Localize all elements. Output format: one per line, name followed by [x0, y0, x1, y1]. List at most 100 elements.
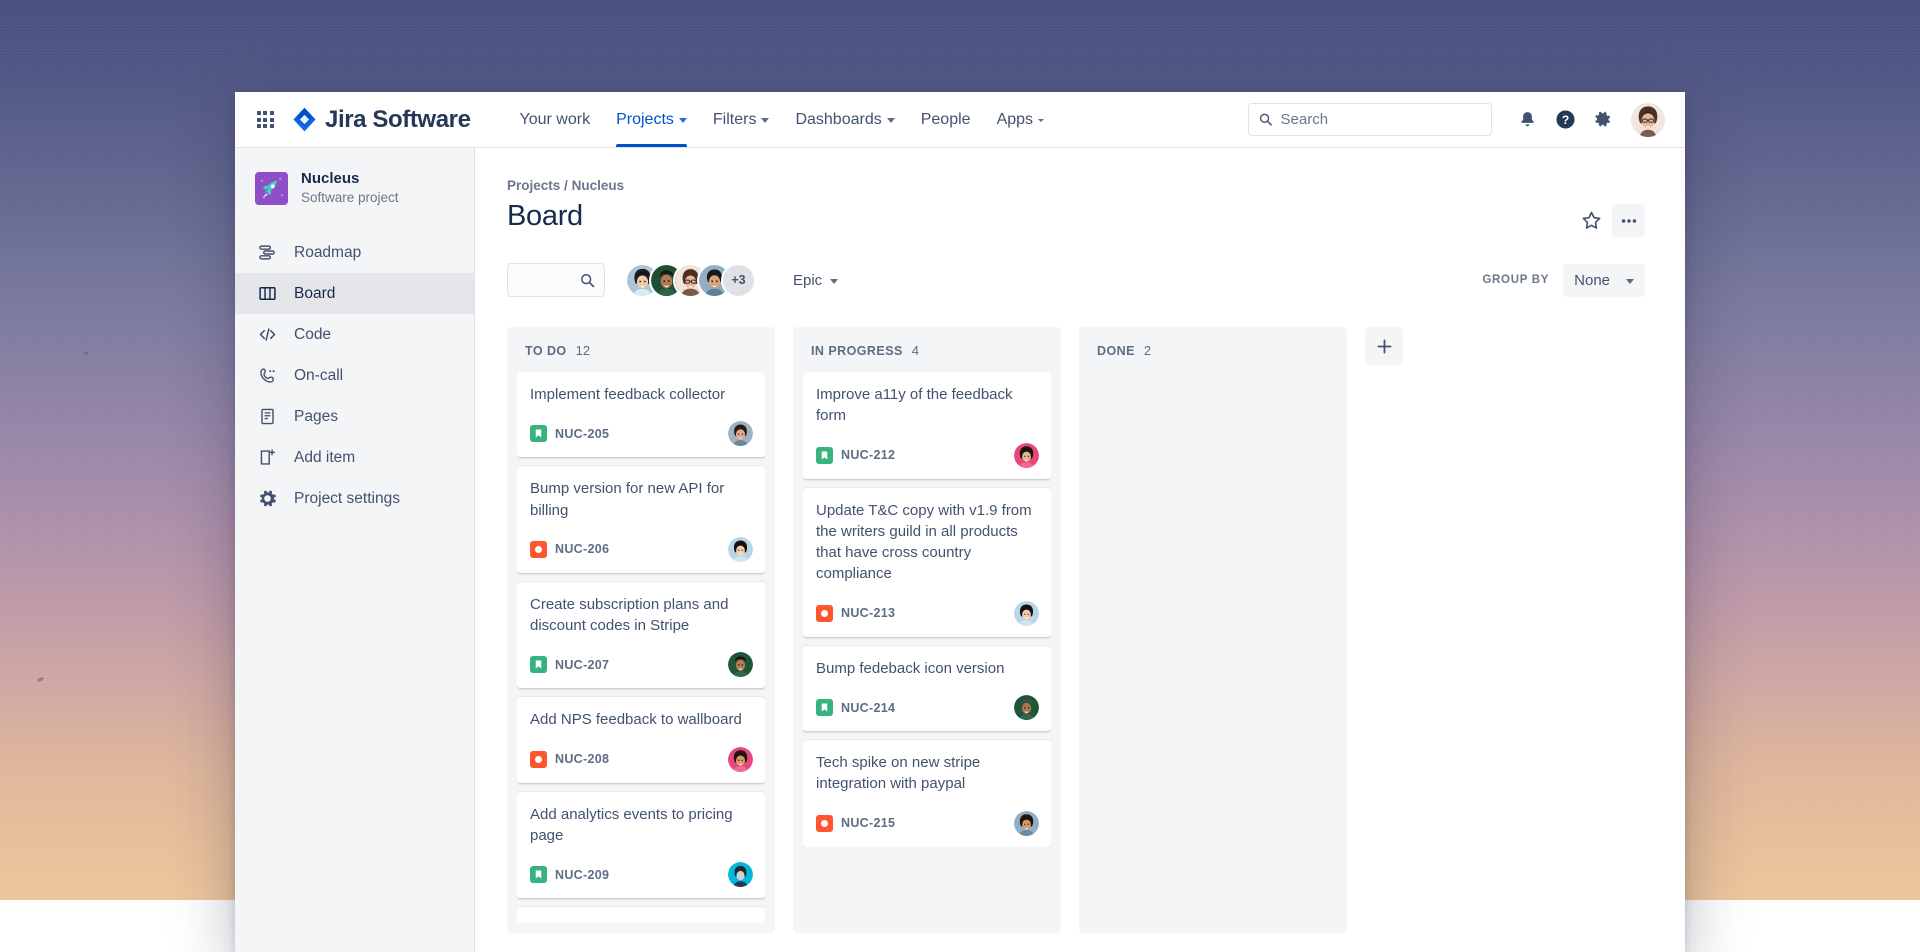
- breadcrumb-projects[interactable]: Projects: [507, 178, 560, 193]
- assignee-avatar-5[interactable]: [728, 862, 753, 887]
- breadcrumb-current[interactable]: Nucleus: [572, 178, 625, 193]
- assignee-avatar-8[interactable]: [1014, 695, 1039, 720]
- assignee-avatar-6[interactable]: [1014, 443, 1039, 468]
- bug-circle-icon: [816, 815, 833, 832]
- column-header: TO DO 12: [517, 337, 765, 372]
- global-navigation-bar: Jira Software Your work Projects Filters…: [235, 92, 1685, 148]
- star-favorite-icon[interactable]: [1575, 204, 1608, 237]
- chevron-down-icon: [1626, 279, 1634, 284]
- board-card[interactable]: Add NPS feedback to wallboard NUC-208: [517, 697, 765, 782]
- sidebar-item-label: Project settings: [294, 490, 400, 508]
- nav-link-projects[interactable]: Projects: [603, 92, 700, 147]
- sidebar-item-pages[interactable]: Pages: [235, 396, 474, 437]
- board-card[interactable]: Bump version for new API for billing NUC…: [517, 466, 765, 573]
- breadcrumb: Projects / Nucleus: [507, 178, 1645, 193]
- project-type: Software project: [301, 189, 399, 207]
- project-settings-gear-icon: [256, 488, 278, 510]
- settings-gear-icon[interactable]: [1586, 103, 1620, 137]
- board-card[interactable]: Bump fedeback icon version NUC-214: [803, 646, 1051, 731]
- global-search-box[interactable]: [1248, 103, 1492, 136]
- board-card[interactable]: Implement feedback collector NUC-205: [517, 372, 765, 457]
- more-actions-icon[interactable]: [1612, 204, 1645, 237]
- card-key: NUC-212: [841, 448, 895, 462]
- app-switcher-grid-icon[interactable]: [253, 108, 277, 132]
- card-key: NUC-208: [555, 752, 609, 766]
- search-input[interactable]: [1281, 111, 1481, 128]
- bug-circle-icon: [816, 605, 833, 622]
- board-page-content: Projects / Nucleus Board: [475, 148, 1685, 952]
- help-question-icon[interactable]: ?: [1548, 103, 1582, 137]
- jira-brand-home-link[interactable]: Jira Software: [291, 106, 471, 134]
- column-name: TO DO: [525, 344, 567, 358]
- column-count: 4: [912, 343, 919, 358]
- roadmap-icon: [256, 242, 278, 264]
- card-key: NUC-206: [555, 542, 609, 556]
- sidebar-item-on-call[interactable]: On-call: [235, 355, 474, 396]
- board-toolbar: +3 Epic GROUP BY None: [507, 263, 1645, 297]
- epic-filter-dropdown[interactable]: Epic: [784, 264, 847, 296]
- sidebar-item-board[interactable]: Board: [235, 273, 474, 314]
- card-footer: NUC-213: [816, 601, 1039, 626]
- column-cards: Implement feedback collector NUC-205: [517, 372, 765, 923]
- card-title: Add NPS feedback to wallboard: [530, 709, 753, 730]
- column-count: 12: [576, 343, 590, 358]
- rocket-project-icon: [255, 172, 288, 205]
- pages-document-icon: [256, 406, 278, 428]
- nav-link-your-work[interactable]: Your work: [507, 92, 604, 147]
- avatar-overflow-count: +3: [731, 273, 745, 287]
- add-column-button[interactable]: [1365, 327, 1403, 365]
- group-by-value: None: [1574, 272, 1610, 289]
- board-card[interactable]: Add analytics events to pricing page NUC…: [517, 792, 765, 899]
- nav-link-filters[interactable]: Filters: [700, 92, 783, 147]
- group-by-dropdown[interactable]: None: [1563, 264, 1645, 297]
- card-key: NUC-214: [841, 701, 895, 715]
- column-name: DONE: [1097, 344, 1135, 358]
- jira-logo-icon: [291, 106, 318, 133]
- board-card[interactable]: Resize the images for the upcoming campa…: [517, 907, 765, 923]
- assignee-avatar-9[interactable]: [1014, 811, 1039, 836]
- nav-link-people[interactable]: People: [908, 92, 984, 147]
- sidebar-item-roadmap[interactable]: Roadmap: [235, 232, 474, 273]
- board-member-avatars: +3: [627, 265, 754, 296]
- assignee-avatar-2[interactable]: [728, 537, 753, 562]
- board-column-in-progress: IN PROGRESS 4 Improve a11y of the feedba…: [793, 327, 1061, 933]
- assignee-avatar-3[interactable]: [728, 652, 753, 677]
- assignee-avatar-7[interactable]: [1014, 601, 1039, 626]
- story-bookmark-icon: [816, 447, 833, 464]
- global-nav-actions: ?: [1248, 103, 1665, 137]
- project-header[interactable]: Nucleus Software project: [235, 170, 474, 206]
- column-header: IN PROGRESS 4: [803, 337, 1051, 372]
- nav-link-label: Filters: [713, 111, 757, 129]
- assignee-avatar-1[interactable]: [728, 421, 753, 446]
- user-avatar[interactable]: [1631, 103, 1665, 137]
- nav-link-apps[interactable]: Apps: [984, 92, 1057, 147]
- card-footer: NUC-209: [530, 862, 753, 887]
- bug-circle-icon: [530, 751, 547, 768]
- nav-link-dashboards[interactable]: Dashboards: [782, 92, 907, 147]
- card-title: Bump version for new API for billing: [530, 478, 753, 521]
- nav-link-label: Projects: [616, 111, 674, 129]
- board-search-input[interactable]: [517, 272, 580, 288]
- board-card[interactable]: Improve a11y of the feedback form NUC-21…: [803, 372, 1051, 479]
- card-key: NUC-209: [555, 868, 609, 882]
- assignee-avatar-4[interactable]: [728, 747, 753, 772]
- sidebar-item-code[interactable]: Code: [235, 314, 474, 355]
- board-card[interactable]: Update T&C copy with v1.9 from the write…: [803, 488, 1051, 637]
- plus-icon: [1376, 338, 1393, 355]
- sidebar-item-project-settings[interactable]: Project settings: [235, 478, 474, 519]
- card-footer: NUC-205: [530, 421, 753, 446]
- sidebar-item-add-item[interactable]: Add item: [235, 437, 474, 478]
- board-search-box[interactable]: [507, 263, 605, 297]
- board-card[interactable]: Tech spike on new stripe integration wit…: [803, 740, 1051, 847]
- column-cards: Improve a11y of the feedback form NUC-21…: [803, 372, 1051, 847]
- card-title: Add analytics events to pricing page: [530, 804, 753, 847]
- brand-name: Jira Software: [325, 106, 471, 134]
- card-title: Tech spike on new stripe integration wit…: [816, 752, 1039, 795]
- page-title-row: Board: [507, 200, 1645, 237]
- project-name: Nucleus: [301, 170, 399, 189]
- board-card[interactable]: Create subscription plans and discount c…: [517, 582, 765, 689]
- group-by-control: GROUP BY None: [1482, 264, 1645, 297]
- notifications-bell-icon[interactable]: [1510, 103, 1544, 137]
- bug-circle-icon: [530, 541, 547, 558]
- board-member-avatar-overflow[interactable]: +3: [723, 265, 754, 296]
